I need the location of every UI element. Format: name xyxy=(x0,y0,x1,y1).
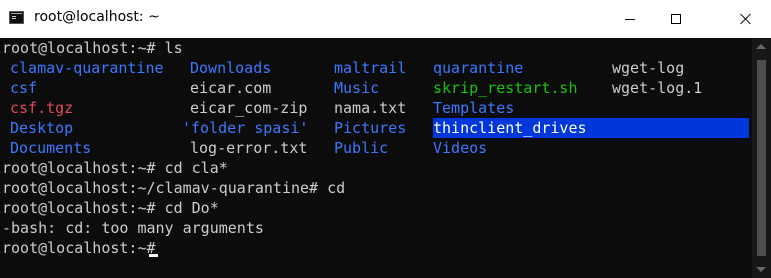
minimize-icon xyxy=(625,18,635,20)
maximize-icon xyxy=(671,14,681,24)
ls-entry: wget-log xyxy=(612,59,685,77)
title-bar[interactable]: root@localhost: ~ xyxy=(0,0,771,38)
ls-entry: 'folder spasi' xyxy=(182,119,309,137)
ls-entry: thinclient_drives xyxy=(433,118,749,138)
command-line-cd-cla: root@localhost:~# cd cla* xyxy=(2,159,228,177)
command-line-cd: root@localhost:~/clamav-quarantine# cd xyxy=(2,179,346,197)
error-message: -bash: cd: too many arguments xyxy=(2,219,264,237)
ls-entry: quarantine xyxy=(433,59,524,77)
ls-entry: nama.txt xyxy=(334,99,407,117)
vertical-scrollbar[interactable] xyxy=(752,38,771,278)
close-icon xyxy=(740,13,752,25)
ls-entry: Documents xyxy=(10,139,92,157)
ls-entry: maltrail xyxy=(334,59,407,77)
ls-entry: Public xyxy=(334,139,389,157)
ls-entry: Music xyxy=(334,79,380,97)
ls-entry: log-error.txt xyxy=(190,139,308,157)
ls-entry: eicar_com-zip xyxy=(190,99,308,117)
command-line-ls: root@localhost:~# ls xyxy=(2,39,183,57)
text-cursor xyxy=(149,254,158,257)
close-button[interactable] xyxy=(723,0,769,38)
command-line-cd-do: root@localhost:~# cd Do* xyxy=(2,199,219,217)
ls-entry: csf xyxy=(10,79,38,97)
ls-entry: clamav-quarantine xyxy=(10,59,164,77)
scrollbar-thumb[interactable] xyxy=(757,60,766,256)
terminal-output[interactable]: root@localhost:~# ls clamav-quarantine Do… xyxy=(0,38,752,278)
current-prompt[interactable]: root@localhost:~# xyxy=(2,238,165,258)
minimize-button[interactable] xyxy=(607,0,653,38)
ls-entry: wget-log.1 xyxy=(612,79,703,97)
ls-entry: Templates xyxy=(433,99,515,117)
ls-entry: Desktop xyxy=(10,119,74,137)
ls-entry: csf.tgz xyxy=(10,99,74,117)
ls-entry: Downloads xyxy=(190,59,272,77)
ls-entry: Videos xyxy=(433,139,488,157)
ls-entry: skrip_restart.sh xyxy=(433,79,578,97)
window-title: root@localhost: ~ xyxy=(34,9,160,25)
terminal-icon xyxy=(9,11,24,24)
ls-entry: eicar.com xyxy=(190,79,272,97)
terminal-window: root@localhost: ~ root@localhost:~# ls c… xyxy=(0,0,771,278)
scroll-up-arrow-icon[interactable] xyxy=(756,44,766,49)
ls-entry: Pictures xyxy=(334,119,407,137)
maximize-button[interactable] xyxy=(653,0,699,38)
scroll-down-arrow-icon[interactable] xyxy=(756,267,766,272)
